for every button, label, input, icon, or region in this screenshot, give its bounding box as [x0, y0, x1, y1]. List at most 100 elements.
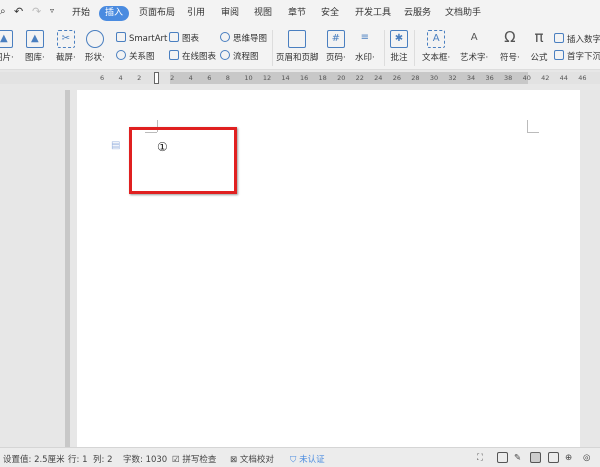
comment-icon: ✱	[390, 30, 408, 48]
mindmap-icon	[220, 32, 230, 42]
tab-doc-assistant[interactable]: 文档助手	[439, 6, 487, 21]
indent-marker[interactable]	[154, 72, 159, 84]
pen-icon[interactable]: ✎	[514, 453, 521, 463]
mindmap-button[interactable]: 思维导图	[220, 32, 267, 44]
smartart-label: SmartArt	[129, 34, 168, 44]
ruler-tick: 2	[170, 74, 175, 82]
gallery-button[interactable]: ▲ 图库·	[25, 30, 45, 63]
ruler-tick: 4	[188, 74, 193, 82]
relation-button[interactable]: 关系图	[116, 50, 155, 62]
formula-button[interactable]: π 公式	[530, 28, 548, 64]
ruler-tick: 28	[411, 74, 420, 82]
online-chart-icon	[169, 50, 179, 60]
read-mode-icon[interactable]	[497, 452, 508, 463]
outline-view-icon[interactable]	[548, 452, 559, 463]
symbol-label: 符号	[500, 53, 518, 63]
status-bar: 设置值: 2.5厘米 行: 1 列: 2 字数: 1030 ☑ 拼写检查 ⊠ 文…	[0, 447, 600, 467]
mindmap-label: 思维导图	[233, 34, 268, 44]
ruler-tick: 26	[392, 74, 401, 82]
ruler-tick: 18	[318, 74, 327, 82]
left-margin-bar	[65, 90, 70, 447]
tab-cloud[interactable]: 云服务	[398, 6, 437, 21]
ruler-tick: 40	[522, 74, 531, 82]
ruler-tick: 14	[281, 74, 290, 82]
flowchart-label: 流程图	[233, 52, 259, 62]
symbol-button[interactable]: Ω 符号·	[500, 30, 520, 64]
page-view-icon[interactable]	[530, 452, 541, 463]
ruler-tick: 6	[100, 74, 105, 82]
pi-icon: π	[534, 28, 544, 46]
col-indicator: 列: 2	[93, 455, 113, 465]
doc-proof-button[interactable]: ⊠ 文档校对	[230, 453, 274, 465]
tab-developer[interactable]: 开发工具	[349, 6, 397, 21]
web-view-icon[interactable]: ⊕	[565, 453, 572, 463]
picture-button[interactable]: ▲图片·	[0, 30, 14, 63]
spell-check-label: 拼写检查	[182, 455, 217, 465]
drop-cap-button[interactable]: 首字下沉	[554, 50, 600, 62]
ruler-tick: 2	[137, 74, 142, 82]
tab-security[interactable]: 安全	[315, 6, 345, 21]
word-count[interactable]: 字数: 1030	[123, 453, 167, 465]
fullscreen-icon[interactable]: ⛶	[477, 453, 483, 463]
textbox-label: 文本框	[422, 53, 448, 63]
tab-review[interactable]: 审阅	[215, 6, 245, 21]
ruler-tick: 34	[466, 74, 476, 82]
ruler-tick: 36	[485, 74, 494, 82]
tab-view[interactable]: 视图	[248, 6, 278, 21]
watermark-button[interactable]: ≡ 水印·	[355, 30, 375, 63]
wordart-label: 艺术字	[460, 53, 486, 63]
insert-number-button[interactable]: 插入数字	[554, 33, 600, 45]
page-number-button[interactable]: # 页码·	[326, 30, 346, 63]
divider	[384, 30, 385, 66]
ruler-tick: 42	[541, 74, 550, 82]
tab-section[interactable]: 章节	[282, 6, 312, 21]
wordart-button[interactable]: A 艺术字·	[460, 30, 488, 63]
online-chart-button[interactable]: 在线图表	[169, 50, 216, 62]
ruler-tick: 30	[429, 74, 439, 82]
watermark-icon: ≡	[360, 32, 370, 43]
redo-icon[interactable]: ↷	[32, 5, 41, 18]
menu-tab-bar: ⌕ ↶ ↷ ▿ 开始 插入 页面布局 引用 审阅 视图 章节 安全 开发工具 云…	[0, 0, 600, 26]
tab-insert[interactable]: 插入	[99, 6, 130, 21]
picture-label: 图片	[0, 53, 12, 63]
scissors-icon: ✂	[56, 30, 75, 48]
textbox-icon: A	[427, 30, 446, 48]
drop-cap-label: 首字下沉	[567, 52, 600, 62]
ruler-tick: 22	[355, 74, 364, 82]
ruler-tick: 20	[337, 74, 346, 82]
gallery-label: 图库	[25, 53, 43, 63]
tab-references[interactable]: 引用	[181, 6, 211, 21]
insert-number-label: 插入数字	[567, 35, 600, 45]
chart-button[interactable]: 图表	[169, 32, 199, 44]
paragraph-doc-icon[interactable]: ▤	[111, 140, 120, 151]
tab-home[interactable]: 开始	[66, 6, 96, 21]
eye-protect-icon[interactable]: ◎	[583, 453, 590, 463]
ruler-tick: 8	[225, 74, 230, 82]
comment-button[interactable]: ✱ 批注	[390, 30, 408, 63]
screenshot-button[interactable]: ✂ 截屏·	[56, 30, 76, 63]
header-footer-button[interactable]: 页眉和页脚	[276, 30, 319, 63]
ribbon-toolbar: ▲图片· ▲图库· ✂截屏· 形状· SmartArt 关系图 图表 在线图表 …	[0, 26, 600, 70]
undo-icon[interactable]: ↶	[14, 5, 23, 18]
more-icon[interactable]: ▿	[50, 6, 54, 15]
screenshot-label: 截屏	[56, 53, 74, 63]
ruler-tick: 4	[118, 74, 123, 82]
shape-icon	[85, 30, 104, 48]
chart-label: 图表	[182, 34, 200, 44]
document-page[interactable]: ▤ ①	[77, 90, 580, 447]
comment-label: 批注	[390, 53, 408, 63]
textbox-button[interactable]: A 文本框·	[422, 30, 450, 63]
row-indicator: 行: 1	[68, 455, 88, 465]
search-icon[interactable]: ⌕	[0, 6, 6, 17]
flowchart-button[interactable]: 流程图	[220, 50, 259, 62]
chart-icon	[169, 32, 179, 42]
shape-button[interactable]: 形状·	[85, 30, 105, 63]
ruler-tick: 6	[207, 74, 212, 82]
gallery-icon: ▲	[25, 30, 44, 48]
tab-page-layout[interactable]: 页面布局	[133, 6, 181, 21]
spell-check-button[interactable]: ☑ 拼写检查	[172, 453, 216, 465]
cert-label: 未认证	[299, 455, 325, 465]
smartart-button[interactable]: SmartArt	[116, 32, 167, 44]
cert-button[interactable]: ⛉ 未认证	[290, 453, 325, 465]
relation-label: 关系图	[129, 52, 155, 62]
